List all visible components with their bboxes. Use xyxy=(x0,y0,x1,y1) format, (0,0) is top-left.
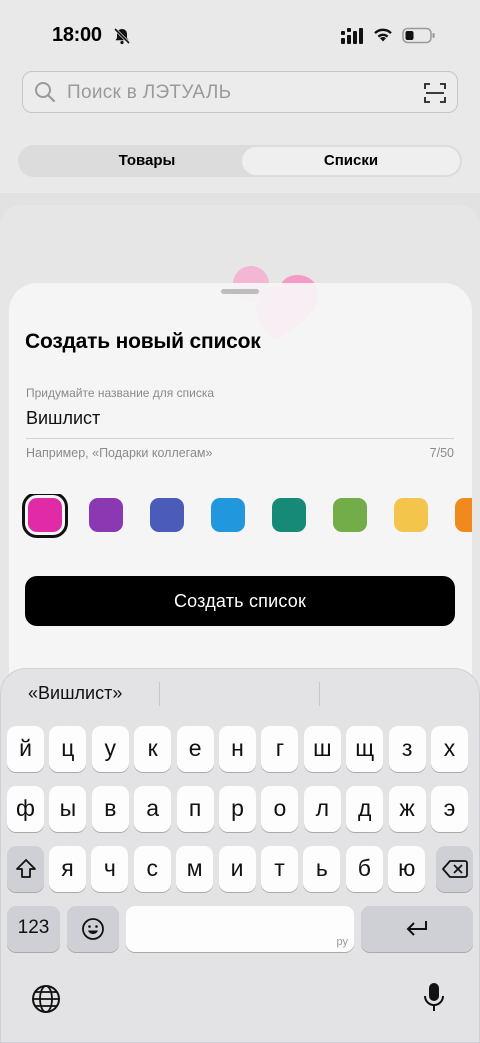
barcode-scan-icon[interactable] xyxy=(423,81,447,105)
color-swatch[interactable] xyxy=(22,494,68,538)
sheet-title: Создать новый список xyxy=(25,330,261,353)
key-р[interactable]: р xyxy=(219,786,256,832)
numbers-key[interactable]: 123 xyxy=(7,906,60,952)
search-icon xyxy=(35,82,56,103)
search-bar[interactable]: Поиск в ЛЭТУАЛЬ xyxy=(22,71,458,113)
color-swatch[interactable] xyxy=(211,498,245,532)
key-п[interactable]: п xyxy=(176,786,214,832)
key-ч[interactable]: ч xyxy=(91,846,129,892)
color-swatch[interactable] xyxy=(272,498,306,532)
key-м[interactable]: м xyxy=(176,846,214,892)
key-т[interactable]: т xyxy=(261,846,298,892)
key-ж[interactable]: ж xyxy=(388,786,426,832)
key-з[interactable]: з xyxy=(388,726,426,772)
key-ц[interactable]: ц xyxy=(49,726,87,772)
cellular-signal-icon xyxy=(341,28,363,44)
color-swatch[interactable] xyxy=(150,498,184,532)
key-и[interactable]: и xyxy=(218,846,256,892)
color-swatch[interactable] xyxy=(89,498,123,532)
return-icon xyxy=(406,921,427,936)
sheet-grabber[interactable] xyxy=(221,289,259,294)
tab-lists[interactable]: Списки xyxy=(242,152,460,169)
microphone-icon[interactable] xyxy=(422,981,446,1015)
key-а[interactable]: а xyxy=(134,786,172,832)
key-ф[interactable]: ф xyxy=(7,786,44,832)
key-х[interactable]: х xyxy=(431,726,468,772)
key-н[interactable]: н xyxy=(219,726,256,772)
key-с[interactable]: с xyxy=(133,846,171,892)
key-ы[interactable]: ы xyxy=(49,786,87,832)
key-к[interactable]: к xyxy=(134,726,172,772)
key-д[interactable]: д xyxy=(346,786,384,832)
keyboard-suggestion[interactable]: «Вишлист» xyxy=(28,683,122,704)
color-picker xyxy=(22,494,472,540)
key-я[interactable]: я xyxy=(49,846,86,892)
color-swatch[interactable] xyxy=(394,498,428,532)
key-ю[interactable]: ю xyxy=(388,846,426,892)
battery-icon xyxy=(402,27,435,44)
key-г[interactable]: г xyxy=(261,726,299,772)
key-щ[interactable]: щ xyxy=(346,726,384,772)
delete-key[interactable] xyxy=(436,846,473,892)
bell-muted-icon xyxy=(113,27,131,45)
suggestion-divider xyxy=(319,682,320,706)
key-ь[interactable]: ь xyxy=(303,846,341,892)
shift-key[interactable] xyxy=(7,846,44,892)
space-key[interactable]: ру xyxy=(126,906,354,952)
tab-products[interactable]: Товары xyxy=(38,152,256,169)
status-bar: 18:00 xyxy=(0,0,480,64)
list-name-input[interactable]: Вишлист xyxy=(26,408,100,429)
status-time: 18:00 xyxy=(52,24,102,46)
space-language-label: ру xyxy=(336,936,349,948)
suggestion-divider xyxy=(159,682,160,706)
color-swatch[interactable] xyxy=(455,498,472,532)
list-name-label: Придумайте название для списка xyxy=(26,386,215,400)
emoji-key[interactable] xyxy=(67,906,119,952)
return-key[interactable] xyxy=(361,906,473,952)
key-ш[interactable]: ш xyxy=(303,726,341,772)
key-й[interactable]: й xyxy=(7,726,44,772)
key-у[interactable]: у xyxy=(91,726,129,772)
key-о[interactable]: о xyxy=(261,786,299,832)
key-л[interactable]: л xyxy=(303,786,341,832)
key-е[interactable]: е xyxy=(176,726,214,772)
input-hint: Например, «Подарки коллегам» xyxy=(26,446,213,460)
char-counter: 7/50 xyxy=(429,446,454,460)
shift-icon xyxy=(15,859,36,878)
key-б[interactable]: б xyxy=(345,846,383,892)
key-в[interactable]: в xyxy=(91,786,129,832)
emoji-icon xyxy=(82,918,104,940)
create-list-button[interactable]: Создать список xyxy=(25,576,455,626)
wifi-icon xyxy=(374,28,392,42)
search-placeholder: Поиск в ЛЭТУАЛЬ xyxy=(67,82,232,103)
key-э[interactable]: э xyxy=(431,786,468,832)
input-underline xyxy=(26,438,454,439)
globe-icon[interactable] xyxy=(30,983,62,1015)
backspace-icon xyxy=(441,860,468,878)
color-swatch[interactable] xyxy=(333,498,367,532)
segmented-tabs: Товары Списки xyxy=(18,145,462,177)
